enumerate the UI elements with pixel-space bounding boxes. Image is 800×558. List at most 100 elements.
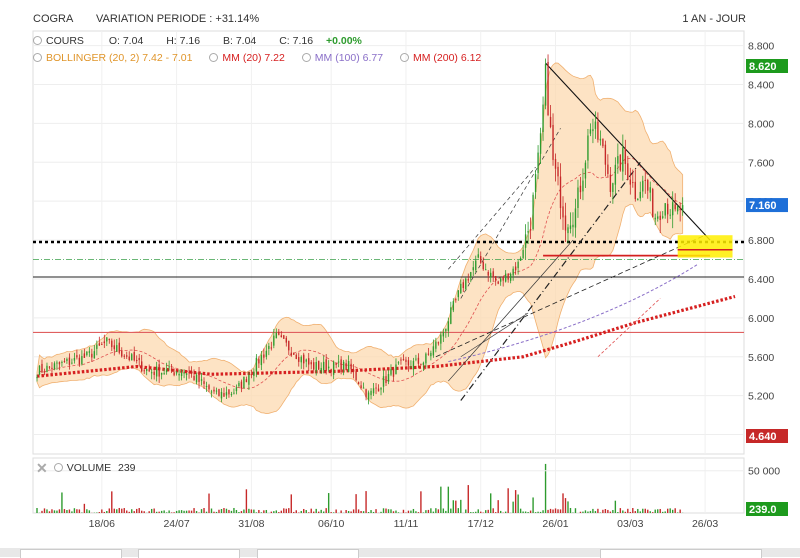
volume-bar (640, 511, 641, 513)
volume-bar (66, 510, 67, 513)
gear-icon[interactable] (54, 463, 63, 472)
candle-body (657, 216, 658, 218)
volume-bar (208, 494, 209, 513)
candle-body (146, 369, 147, 371)
candle-body (271, 347, 272, 348)
volume-value: 239 (118, 462, 136, 474)
volume-bar (662, 512, 663, 513)
volume-bar (470, 512, 471, 513)
volume-bar (450, 509, 451, 513)
candle-body (473, 267, 474, 270)
volume-bar (129, 512, 130, 513)
gear-icon[interactable] (400, 53, 409, 62)
gear-icon[interactable] (302, 53, 311, 62)
volume-bar (61, 492, 62, 513)
candle-body (278, 332, 279, 335)
volume-bar (515, 490, 516, 513)
candle-body (163, 373, 164, 374)
candle-body (677, 206, 678, 211)
volume-bar (403, 510, 404, 513)
candle-body (226, 392, 227, 395)
volume-bar (408, 511, 409, 513)
volume-last-badge: 239.0 (749, 504, 777, 516)
volume-bar (557, 509, 558, 513)
candle-body (328, 367, 329, 369)
legend-volume: ✕VOLUME 239 (36, 460, 136, 477)
volume-bar (248, 509, 249, 513)
volume-bar (111, 491, 112, 513)
volume-bar (423, 512, 424, 513)
volume-bar (435, 508, 436, 513)
volume-bar (438, 509, 439, 513)
volume-bar (173, 512, 174, 513)
volume-bar (642, 509, 643, 513)
volume-bar (193, 508, 194, 513)
candle-body (642, 181, 643, 192)
x-tick-label: 24/07 (163, 518, 189, 530)
gear-icon[interactable] (209, 53, 218, 62)
candle-body (458, 290, 459, 297)
candle-body (400, 360, 401, 361)
candle-body (410, 367, 411, 368)
candle-body (383, 376, 384, 387)
candle-body (335, 363, 336, 365)
volume-bar (158, 512, 159, 513)
volume-bar (51, 509, 52, 513)
volume-bar (251, 509, 252, 513)
volume-bar (311, 509, 312, 513)
candle-body (216, 391, 217, 392)
close-icon[interactable]: ✕ (36, 460, 48, 476)
candle-body (495, 276, 496, 280)
candle-body (251, 374, 252, 375)
volume-bar (667, 509, 668, 513)
volume-bar (520, 509, 521, 513)
volume-bar (580, 512, 581, 513)
volume-bar (119, 508, 120, 513)
gear-icon[interactable] (33, 36, 42, 45)
volume-bar (243, 510, 244, 513)
candle-body (360, 385, 361, 388)
volume-bar (565, 498, 566, 513)
candle-body (41, 364, 42, 372)
volume-bar (54, 510, 55, 513)
volume-bar (428, 510, 429, 513)
volume-bar (89, 510, 90, 513)
candle-body (306, 360, 307, 362)
volume-bar (375, 509, 376, 513)
candle-body (595, 122, 596, 129)
gear-icon[interactable] (33, 53, 42, 62)
volume-bar (278, 512, 279, 513)
candle-body (490, 273, 491, 278)
candle-body (166, 369, 167, 372)
volume-bar (340, 510, 341, 513)
legend-indicators: BOLLINGER (20, 2) 7.42 - 7.01 MM (20) 7.… (33, 52, 481, 64)
candle-body (418, 358, 419, 364)
volume-bar (109, 508, 110, 513)
volume-bar (532, 497, 533, 513)
volume-bar (383, 508, 384, 513)
volume-bar (505, 512, 506, 513)
volume-bar (660, 509, 661, 513)
candle-body (236, 387, 237, 391)
volume-bar (318, 512, 319, 513)
volume-bar (144, 511, 145, 513)
candle-body (460, 284, 461, 293)
candle-body (238, 383, 239, 386)
candle-body (49, 367, 50, 368)
volume-bar (231, 511, 232, 513)
x-tick-label: 03/03 (617, 518, 643, 530)
volume-bar (36, 508, 37, 513)
candle-body (44, 371, 45, 372)
volume-bar (283, 508, 284, 513)
candle-body (176, 372, 177, 373)
volume-bar (550, 509, 551, 513)
volume-bar (348, 511, 349, 513)
candle-body (298, 357, 299, 362)
candle-body (497, 282, 498, 284)
candle-body (682, 205, 683, 210)
candle-body (36, 377, 37, 378)
volume-bar (71, 511, 72, 513)
min-price-badge: 4.640 (749, 431, 777, 443)
candle-body (256, 358, 257, 372)
candle-body (570, 225, 571, 228)
